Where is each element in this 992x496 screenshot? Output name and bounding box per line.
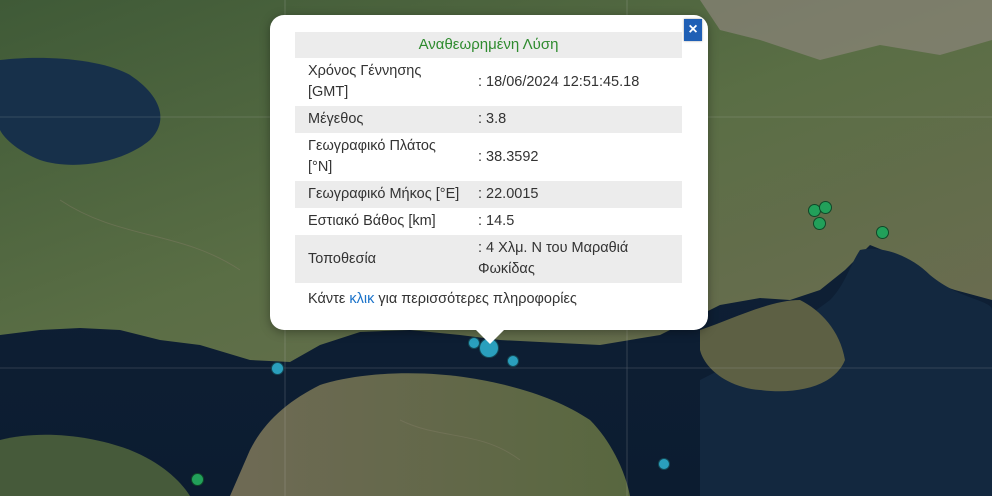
depth-label: Εστιακό Βάθος [km]	[308, 213, 436, 229]
more-info-prefix: Κάντε	[308, 291, 350, 307]
popup-title: Αναθεωρημένη Λύση	[295, 32, 682, 58]
latitude-label: Γεωγραφικό Πλάτος [°N]	[308, 138, 436, 175]
location-value: : 4 Χλμ. Ν του Μαραθιά Φωκίδας	[464, 235, 682, 283]
origin-time-value: : 18/06/2024 12:51:45.18	[478, 73, 640, 90]
close-icon[interactable]: ×	[684, 19, 702, 41]
earthquake-marker[interactable]	[507, 355, 519, 367]
info-row-depth: Εστιακό Βάθος [km] : 14.5	[295, 208, 682, 235]
info-row-magnitude: Μέγεθος : 3.8	[295, 106, 682, 133]
popup-pointer	[474, 328, 506, 344]
longitude-value: : 22.0015	[464, 181, 682, 208]
earthquake-marker[interactable]	[813, 217, 826, 230]
magnitude-label: Μέγεθος	[295, 106, 464, 133]
longitude-label: Γεωγραφικό Μήκος [°E]	[295, 181, 464, 208]
info-row-location: Τοποθεσία : 4 Χλμ. Ν του Μαραθιά Φωκίδας	[295, 235, 682, 283]
earthquake-marker[interactable]	[876, 226, 889, 239]
earthquake-info-table: Αναθεωρημένη Λύση Χρόνος Γέννησης [GMT] …	[295, 32, 682, 283]
info-row-origin-time: Χρόνος Γέννησης [GMT] : 18/06/2024 12:51…	[295, 58, 682, 106]
location-label: Τοποθεσία	[295, 235, 464, 283]
latitude-value: : 38.3592	[478, 148, 539, 165]
info-row-longitude: Γεωγραφικό Μήκος [°E] : 22.0015	[295, 181, 682, 208]
popup-title-row: Αναθεωρημένη Λύση	[295, 32, 682, 58]
depth-value: : 14.5	[478, 213, 515, 229]
origin-time-label: Χρόνος Γέννησης [GMT]	[308, 63, 422, 100]
magnitude-value: : 3.8	[464, 106, 682, 133]
earthquake-marker[interactable]	[271, 362, 284, 375]
more-info-suffix: για περισσότερες πληροφορίες	[374, 291, 577, 307]
info-row-latitude: Γεωγραφικό Πλάτος [°N] : 38.3592	[295, 133, 682, 181]
earthquake-marker[interactable]	[191, 473, 204, 486]
more-info-link[interactable]: κλικ	[349, 291, 374, 307]
more-info-line: Κάντε κλικ για περισσότερες πληροφορίες	[308, 291, 577, 307]
earthquake-marker[interactable]	[819, 201, 832, 214]
earthquake-marker[interactable]	[658, 458, 670, 470]
